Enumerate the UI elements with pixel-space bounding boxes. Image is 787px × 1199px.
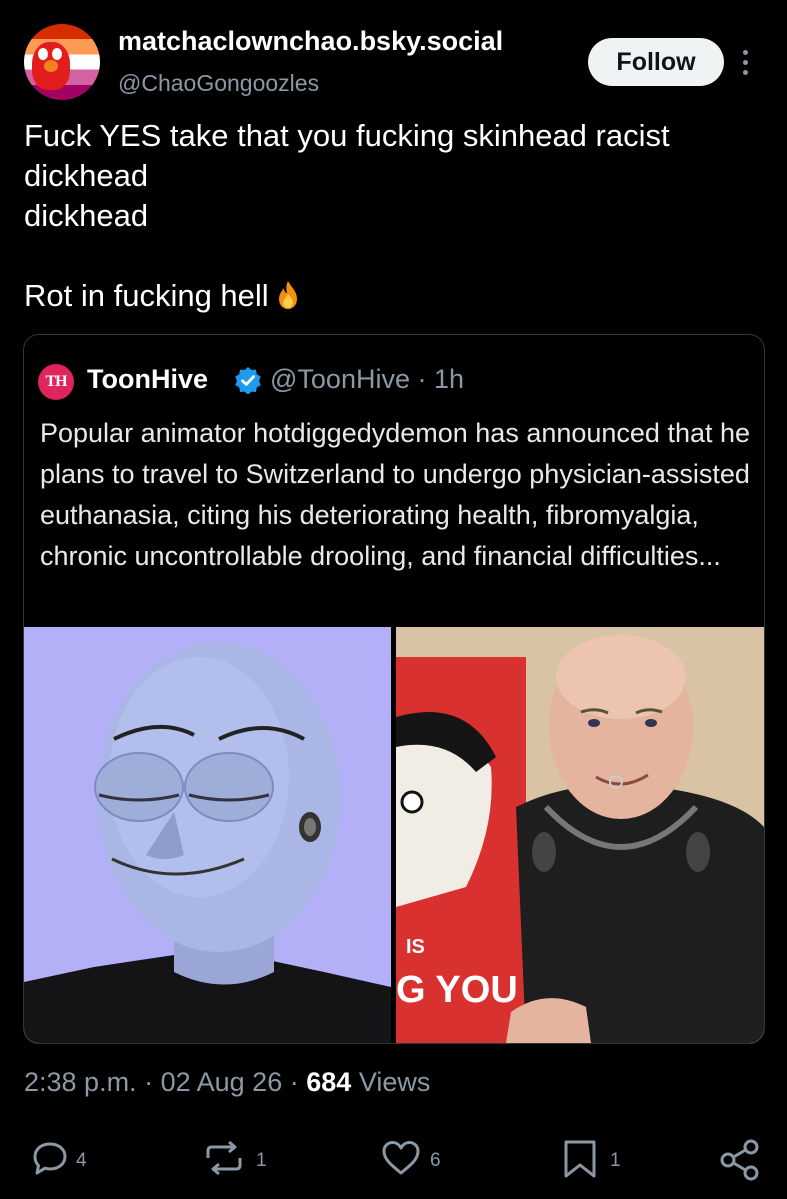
quoted-image-character[interactable]	[24, 627, 391, 1043]
author-handle[interactable]: @ChaoGongoozles	[118, 70, 319, 97]
reply-icon	[33, 1142, 67, 1175]
post-text: Fuck YES take that you fucking skinhead …	[24, 116, 764, 316]
views-count: 684	[306, 1067, 352, 1097]
meta-separator: ·	[417, 364, 427, 394]
reply-count: 4	[76, 1150, 87, 1171]
poster-text-bottom: G YOU	[396, 969, 518, 1011]
post-date[interactable]: 02 Aug 26	[161, 1067, 283, 1097]
more-options-icon[interactable]	[738, 48, 754, 78]
quoted-text: Popular animator hotdiggedydemon has ann…	[40, 418, 751, 571]
post-closing-text: Rot in fucking hell	[24, 278, 269, 313]
quoted-author-name[interactable]: ToonHive	[87, 364, 208, 395]
author-display-name[interactable]: matchaclownchao.bsky.social	[118, 26, 503, 57]
poster-text-top: IS	[406, 936, 425, 958]
share-icon	[720, 1139, 759, 1181]
fire-emoji-icon	[278, 281, 297, 309]
like-button[interactable]: 6	[380, 1138, 460, 1182]
verified-badge-icon	[235, 367, 261, 394]
repost-button[interactable]: 1	[202, 1138, 282, 1182]
character-illustration	[24, 627, 391, 1043]
post-closing-line: Rot in fucking hell	[24, 276, 764, 316]
bookmark-button[interactable]: 1	[560, 1138, 640, 1182]
views-label: Views	[358, 1067, 431, 1097]
repost-icon	[206, 1140, 242, 1176]
post-line: dickhead	[24, 198, 149, 233]
photo-illustration: IS G YOU	[396, 627, 764, 1043]
action-bar: 4 1 6 1	[0, 1138, 787, 1182]
quoted-post[interactable]: TH ToonHive @ToonHive · 1h Popular anima…	[23, 334, 765, 1044]
reply-button[interactable]: 4	[30, 1138, 110, 1182]
post-timestamp: 2:38 p.m. · 02 Aug 26 · 684 Views	[24, 1067, 430, 1098]
repost-count: 1	[256, 1150, 267, 1171]
meta-separator: ·	[144, 1067, 154, 1097]
share-button[interactable]	[718, 1138, 762, 1182]
bookmark-count: 1	[610, 1150, 621, 1171]
quoted-time[interactable]: 1h	[434, 364, 464, 394]
quoted-avatar[interactable]: TH	[38, 364, 74, 400]
quoted-image-photo[interactable]: IS G YOU	[396, 627, 764, 1043]
elmo-avatar-figure	[32, 42, 70, 90]
quoted-meta: @ToonHive · 1h	[270, 364, 464, 395]
meta-separator: ·	[289, 1067, 299, 1097]
follow-button[interactable]: Follow	[588, 38, 724, 86]
author-avatar[interactable]	[24, 24, 100, 100]
like-count: 6	[430, 1150, 441, 1171]
bookmark-icon	[564, 1140, 596, 1178]
heart-icon	[382, 1141, 420, 1175]
post-line: Fuck YES take that you fucking skinhead …	[24, 118, 670, 193]
post-time[interactable]: 2:38 p.m.	[24, 1067, 137, 1097]
quoted-handle[interactable]: @ToonHive	[270, 364, 410, 394]
